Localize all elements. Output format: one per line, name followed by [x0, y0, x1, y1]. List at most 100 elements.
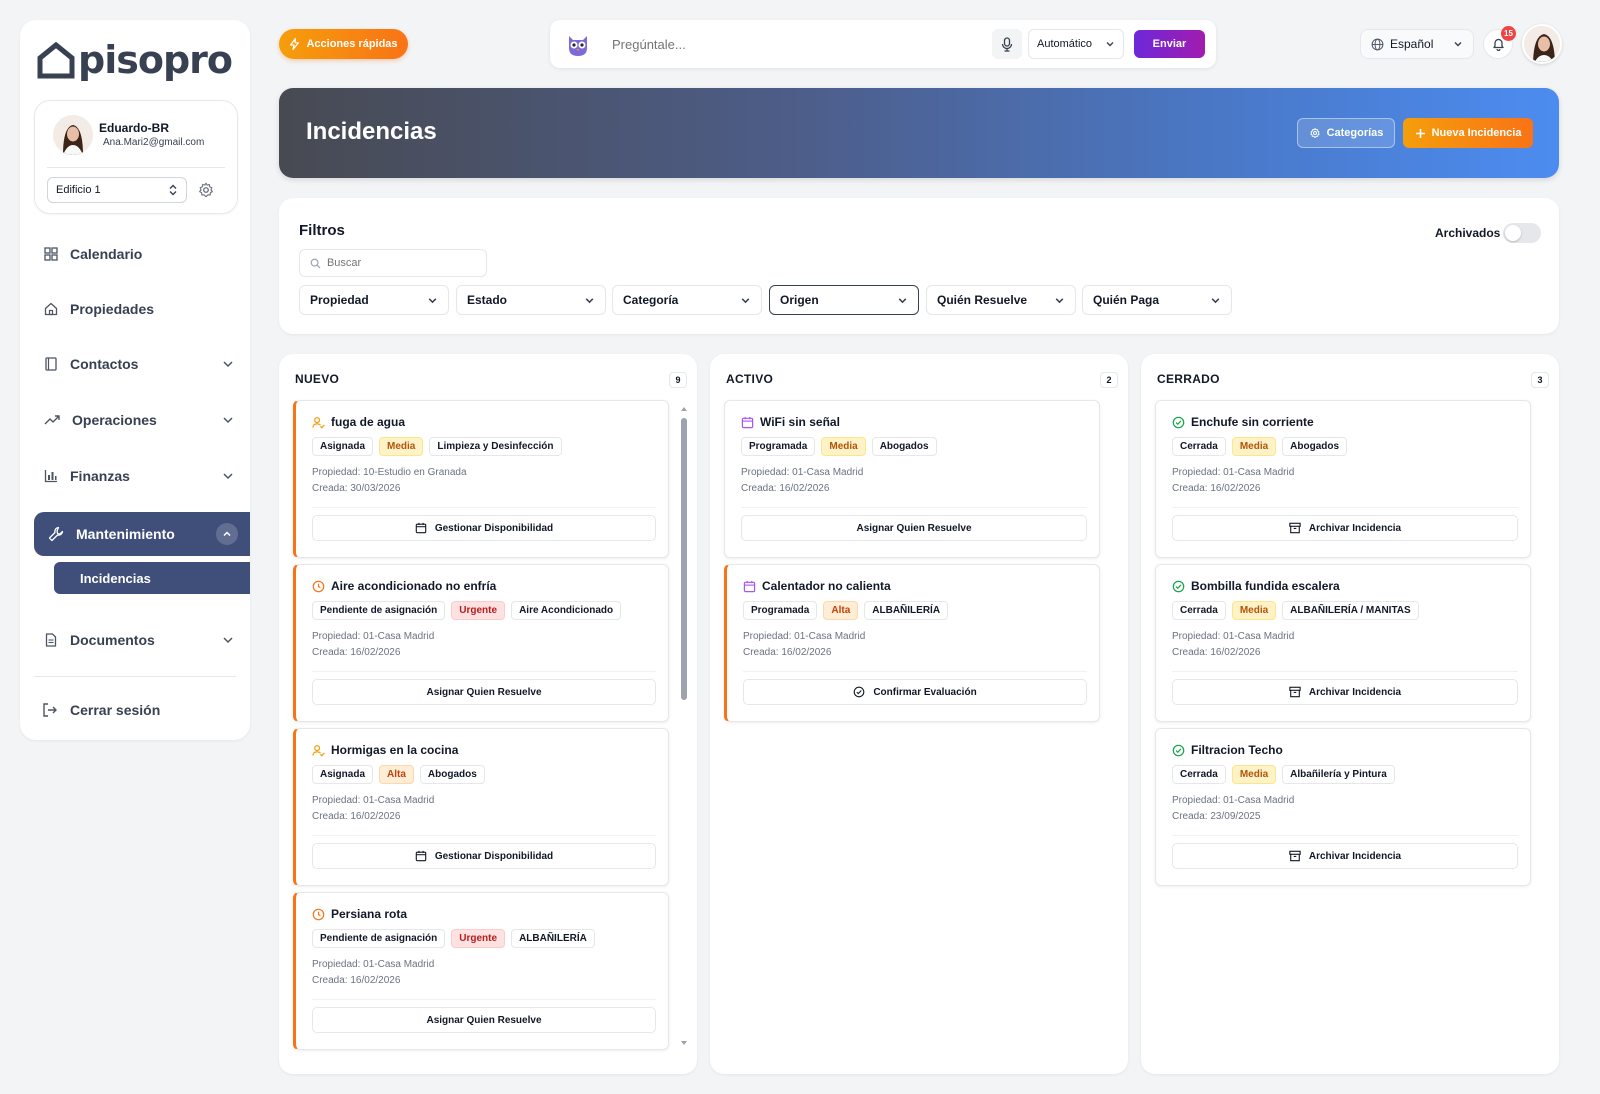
chevron-down-icon [585, 297, 594, 303]
incident-card[interactable]: Enchufe sin corriente Cerrada Media Abogado… [1155, 400, 1531, 558]
incident-property: Propiedad: 01-Casa Madrid [312, 959, 435, 970]
column-title: ACTIVO [726, 372, 774, 386]
divider [312, 999, 656, 1000]
incident-card[interactable]: Persiana rota Pendiente de asignación Urge… [293, 892, 669, 1050]
status-badge: Asignada [312, 437, 374, 456]
collapse-button[interactable] [216, 523, 238, 545]
tag-list: Pendiente de asignación Urgente Aire Acond… [312, 601, 622, 620]
incident-card[interactable]: Aire acondicionado no enfría Pendiente de… [293, 564, 669, 722]
incident-card[interactable]: Bombilla fundida escalera Cerrada Media ALB… [1155, 564, 1531, 722]
incident-action-button[interactable]: Confirmar Evaluación [743, 679, 1087, 705]
owl-assistant-icon [564, 30, 592, 58]
scrollbar-thumb[interactable] [681, 418, 687, 700]
resolver-filter-select[interactable]: Quién Resuelve [926, 285, 1076, 315]
chevron-updown-icon [169, 184, 177, 196]
new-incident-button[interactable]: Nueva Incidencia [1403, 118, 1533, 148]
language-value: Español [1390, 37, 1434, 51]
tag-list: Cerrada Media Abogados [1172, 437, 1348, 456]
incident-property: Propiedad: 01-Casa Madrid [743, 631, 866, 642]
property-filter-select[interactable]: Propiedad [299, 285, 449, 315]
status-filter-select[interactable]: Estado [456, 285, 606, 315]
incident-action-button[interactable]: Archivar Incidencia [1172, 679, 1518, 705]
sidebar-subitem-incidents[interactable]: Incidencias [54, 562, 250, 594]
incident-action-label: Confirmar Evaluación [873, 686, 977, 698]
logout-button[interactable]: Cerrar sesión [42, 692, 232, 728]
brand-logo[interactable]: pisopro [36, 38, 233, 82]
building-settings-button[interactable] [197, 181, 215, 199]
origin-filter-select[interactable]: Origen [769, 285, 919, 315]
incident-created-date: Creada: 16/02/2026 [312, 811, 401, 822]
grid-icon [44, 247, 58, 261]
sidebar-item-label: Finanzas [70, 468, 130, 484]
incident-created-date: Creada: 16/02/2026 [312, 647, 401, 658]
chevron-down-icon [1106, 42, 1114, 47]
incident-card[interactable]: fuga de agua Asignada Media Limpieza y Desi… [293, 400, 669, 558]
sidebar-item-calendar[interactable]: Calendario [44, 236, 234, 272]
search-field[interactable] [299, 249, 487, 277]
chevron-down-icon [428, 297, 437, 303]
incident-action-button[interactable]: Gestionar Disponibilidad [312, 515, 656, 541]
quick-actions-button[interactable]: Acciones rápidas [279, 29, 408, 59]
send-button[interactable]: Enviar [1134, 30, 1205, 58]
priority-badge: Alta [823, 601, 859, 620]
divider [34, 676, 236, 677]
document-icon [45, 633, 57, 647]
incident-card[interactable]: Filtracion Techo Cerrada Media Albañilería … [1155, 728, 1531, 886]
categories-label: Categorías [1326, 127, 1384, 139]
language-select[interactable]: Español [1360, 29, 1474, 59]
mode-select[interactable]: Automático [1028, 29, 1124, 59]
logout-label: Cerrar sesión [70, 702, 161, 718]
sidebar-item-maintenance[interactable]: Mantenimiento [34, 512, 250, 556]
sidebar-item-label: Propiedades [70, 301, 155, 317]
microphone-button[interactable] [992, 29, 1022, 59]
clock-icon [312, 580, 325, 593]
filter-label: Propiedad [310, 293, 369, 307]
filters-title: Filtros [299, 222, 345, 239]
filter-label: Estado [467, 293, 508, 307]
payer-filter-select[interactable]: Quién Paga [1082, 285, 1232, 315]
scroll-up-arrow-icon [681, 407, 687, 411]
incident-card[interactable]: WiFi sin señal Programada Media Abogados Pro… [724, 400, 1100, 558]
incident-title: Hormigas en la cocina [312, 743, 458, 757]
categories-button[interactable]: Categorías [1297, 118, 1395, 148]
tag-list: Programada Media Abogados [741, 437, 937, 456]
incident-property: Propiedad: 01-Casa Madrid [741, 467, 864, 478]
filter-label: Origen [780, 293, 819, 307]
status-badge: Asignada [312, 765, 374, 784]
sidebar-item-label: Documentos [70, 632, 155, 648]
user-check-icon [312, 744, 325, 757]
incident-action-button[interactable]: Asignar Quien Resuelve [312, 679, 656, 705]
incident-title-text: Bombilla fundida escalera [1191, 579, 1340, 593]
incident-card[interactable]: Calentador no calienta Programada Alta ALBA… [724, 564, 1100, 722]
incident-action-button[interactable]: Archivar Incidencia [1172, 843, 1518, 869]
notifications-button[interactable]: 15 [1483, 26, 1516, 59]
sidebar-item-properties[interactable]: Propiedades [44, 291, 234, 327]
priority-badge: Urgente [451, 929, 506, 948]
incident-action-button[interactable]: Asignar Quien Resuelve [312, 1007, 656, 1033]
microphone-icon [1001, 36, 1013, 52]
archived-label: Archivados [1435, 226, 1501, 240]
column-title: CERRADO [1157, 372, 1220, 386]
assistant-input[interactable] [612, 34, 972, 54]
scrollbar[interactable] [681, 406, 687, 1046]
avatar[interactable] [53, 115, 93, 155]
building-select[interactable]: Edificio 1 [47, 177, 187, 203]
category-badge: Abogados [419, 765, 485, 784]
kanban-column-active: ACTIVO 2 WiFi sin señal Programada Media Ab… [710, 354, 1128, 1074]
priority-badge: Media [379, 437, 424, 456]
page-header-banner: Incidencias Categorías Nueva Incidencia [279, 88, 1559, 178]
sidebar-item-operations[interactable]: Operaciones [44, 402, 234, 438]
sidebar-item-documents[interactable]: Documentos [44, 622, 234, 658]
avatar[interactable] [1522, 24, 1562, 64]
logout-icon [43, 703, 57, 717]
incident-action-button[interactable]: Archivar Incidencia [1172, 515, 1518, 541]
sidebar-item-finances[interactable]: Finanzas [44, 458, 234, 494]
incident-action-button[interactable]: Gestionar Disponibilidad [312, 843, 656, 869]
incident-action-button[interactable]: Asignar Quien Resuelve [741, 515, 1087, 541]
sidebar-item-contacts[interactable]: Contactos [44, 346, 234, 382]
search-input[interactable] [326, 257, 476, 269]
assistant-bar: Automático Enviar [550, 20, 1216, 68]
archived-toggle[interactable] [1503, 223, 1541, 243]
category-filter-select[interactable]: Categoría [612, 285, 762, 315]
incident-card[interactable]: Hormigas en la cocina Asignada Alta Abogado… [293, 728, 669, 886]
